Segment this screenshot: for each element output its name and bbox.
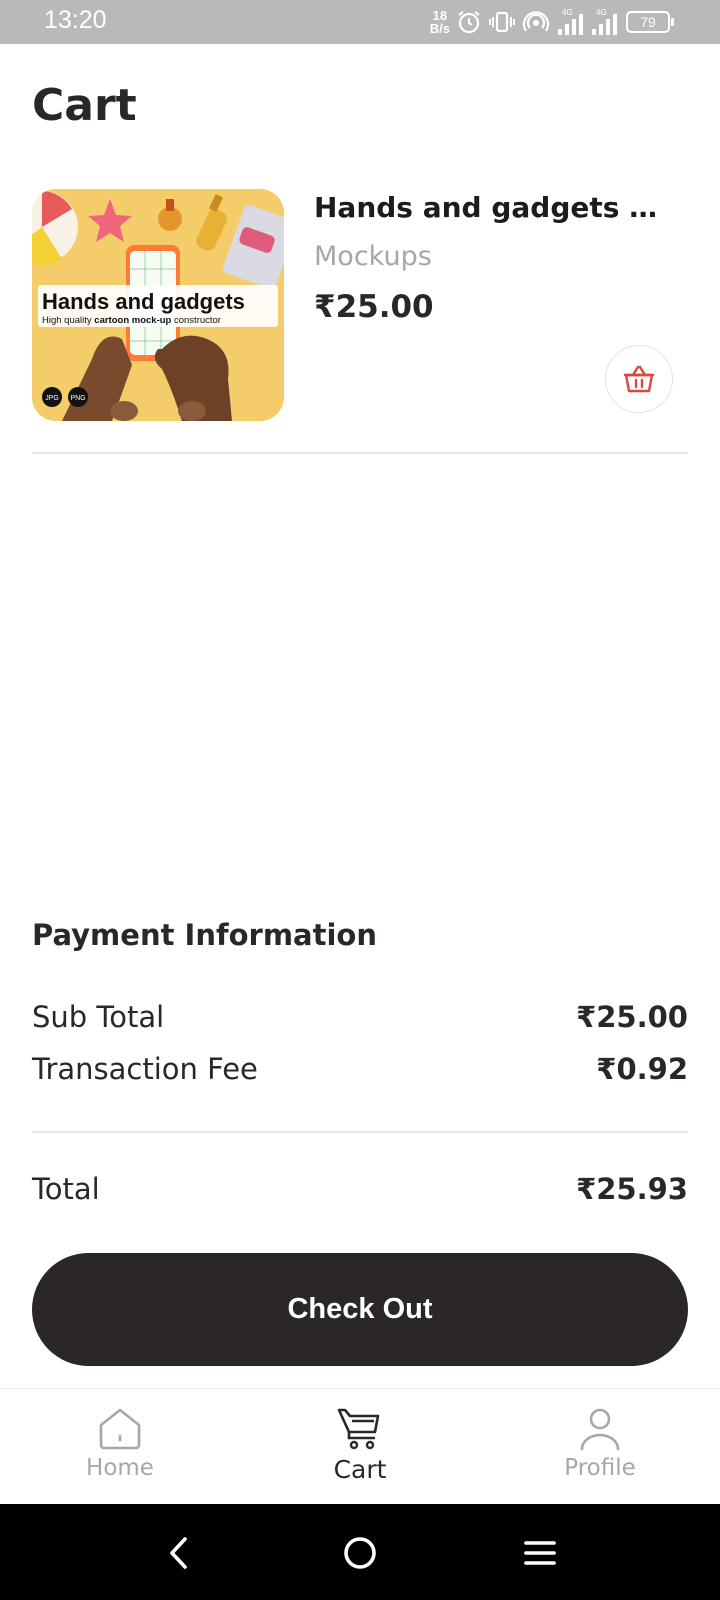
basket-icon bbox=[622, 362, 656, 396]
hotspot-icon bbox=[522, 9, 550, 35]
fee-value: ₹0.92 bbox=[596, 1052, 688, 1086]
payment-divider bbox=[32, 1131, 688, 1133]
fee-row: Transaction Fee ₹0.92 bbox=[32, 1052, 688, 1086]
subtotal-row: Sub Total ₹25.00 bbox=[32, 1000, 688, 1034]
nav-label-profile: Profile bbox=[564, 1455, 636, 1481]
signal-4g-icon: 4G bbox=[556, 7, 584, 37]
total-row: Total ₹25.93 bbox=[32, 1172, 688, 1206]
page-title: Cart bbox=[32, 80, 137, 131]
nav-item-profile[interactable]: Profile bbox=[520, 1407, 680, 1481]
nav-label-cart: Cart bbox=[333, 1455, 387, 1484]
total-label: Total bbox=[32, 1172, 100, 1206]
system-nav-bar bbox=[0, 1504, 720, 1600]
back-icon bbox=[165, 1535, 195, 1571]
cart-divider bbox=[32, 452, 688, 454]
menu-icon bbox=[523, 1538, 557, 1568]
status-time: 13:20 bbox=[44, 6, 107, 34]
product-name[interactable]: Hands and gadgets m... bbox=[314, 191, 674, 224]
vibrate-icon bbox=[488, 9, 516, 35]
product-category: Mockups bbox=[314, 241, 432, 272]
payment-title: Payment Information bbox=[32, 918, 377, 952]
home-icon bbox=[97, 1407, 143, 1451]
nav-label-home: Home bbox=[86, 1455, 154, 1481]
recents-button[interactable] bbox=[515, 1528, 565, 1578]
net-speed: 18 B/s bbox=[429, 8, 450, 36]
product-price: ₹25.00 bbox=[314, 289, 434, 325]
status-bar: 13:20 18 B/s 4G 4G 79 bbox=[0, 0, 720, 44]
status-icons: 18 B/s 4G 4G 79 bbox=[429, 6, 674, 38]
fee-label: Transaction Fee bbox=[32, 1052, 258, 1086]
subtotal-label: Sub Total bbox=[32, 1000, 165, 1034]
nav-item-home[interactable]: Home bbox=[40, 1407, 200, 1481]
total-value: ₹25.93 bbox=[576, 1172, 688, 1206]
product-thumbnail[interactable]: Hands and gadgets High quality cartoon m… bbox=[32, 189, 284, 421]
bottom-nav: Home Cart Profile bbox=[0, 1388, 720, 1503]
nav-item-cart[interactable]: Cart bbox=[280, 1407, 440, 1484]
circle-home-icon bbox=[342, 1535, 378, 1571]
checkout-button[interactable]: Check Out bbox=[32, 1253, 688, 1366]
cart-icon bbox=[337, 1407, 383, 1451]
back-button[interactable] bbox=[155, 1528, 205, 1578]
alarm-icon bbox=[456, 9, 482, 35]
svg-text:4G: 4G bbox=[562, 8, 573, 17]
home-system-button[interactable] bbox=[335, 1528, 385, 1578]
thumb-badge-jpg: JPG bbox=[45, 395, 59, 402]
thumb-subtitle: High quality cartoon mock-up constructor bbox=[42, 315, 221, 326]
cart-item[interactable]: Hands and gadgets High quality cartoon m… bbox=[32, 189, 688, 421]
profile-icon bbox=[577, 1407, 623, 1451]
remove-item-button[interactable] bbox=[605, 345, 673, 413]
thumb-title: Hands and gadgets bbox=[42, 289, 245, 314]
signal-4g-icon: 4G bbox=[590, 7, 620, 37]
thumb-badge-png: PNG bbox=[70, 395, 85, 402]
svg-text:4G: 4G bbox=[596, 8, 607, 17]
battery-icon: 79 bbox=[626, 11, 674, 33]
subtotal-value: ₹25.00 bbox=[576, 1000, 688, 1034]
